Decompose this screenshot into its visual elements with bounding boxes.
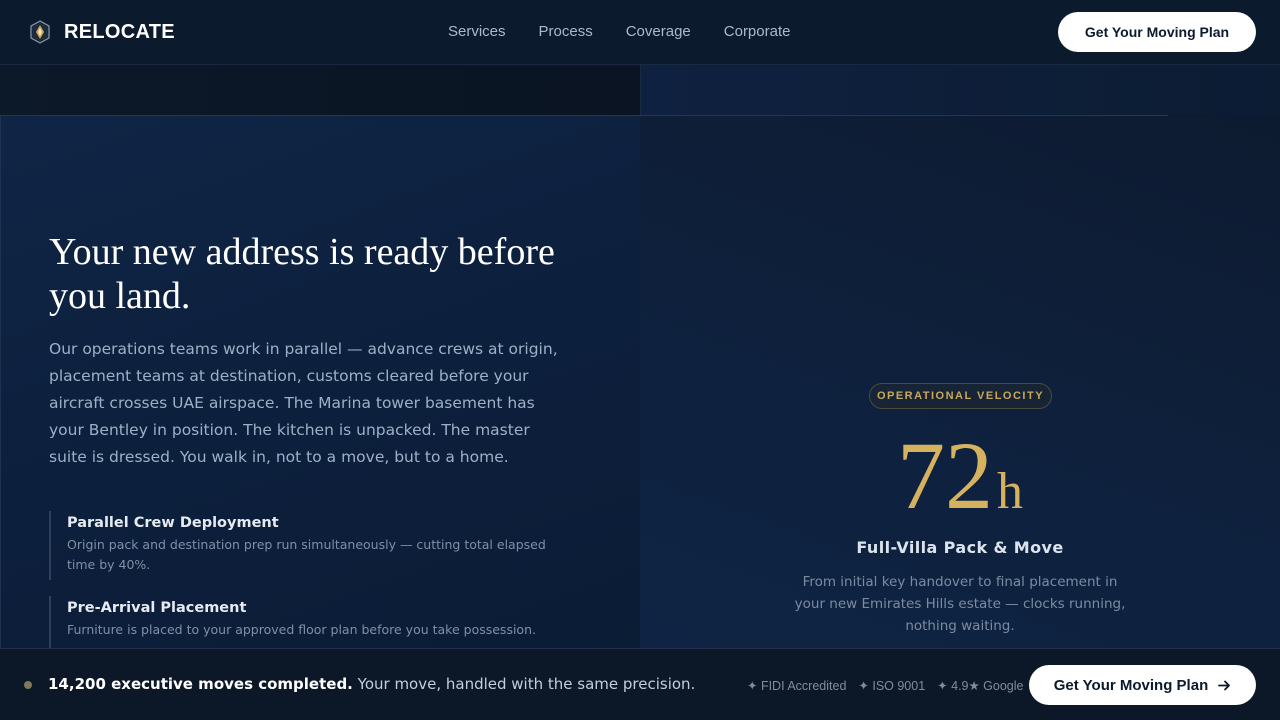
metric-title: Full-Villa Pack & Move (856, 538, 1064, 557)
hero-title: Your new address is ready before you lan… (49, 231, 555, 317)
bottom-cta-label: Get Your Moving Plan (1053, 676, 1209, 694)
top-strip-right (640, 65, 1280, 115)
header-cta-button[interactable]: Get Your Moving Plan (1058, 12, 1256, 52)
metric-unit: h (997, 463, 1023, 520)
sticky-bottom-bar: 14,200 executive moves completed. Your m… (0, 648, 1280, 720)
metric-value: 72h (640, 428, 1280, 524)
feature-description: Furniture is placed to your approved flo… (67, 622, 536, 637)
site-header: RELOCATE Services Process Coverage Corpo… (0, 0, 1280, 65)
main-nav: Services Process Coverage Corporate (448, 23, 823, 40)
status-dot-icon (24, 681, 32, 689)
feature-description: Origin pack and destination prep run sim… (67, 537, 546, 572)
nav-services[interactable]: Services (448, 23, 506, 40)
metric-panel (640, 116, 1280, 648)
nav-coverage[interactable]: Coverage (626, 23, 691, 40)
moves-count: 14,200 executive moves completed. (48, 675, 353, 693)
feature-parallel-crew: Parallel Crew Deployment Origin pack and… (49, 511, 569, 580)
hero-description: Our operations teams work in parallel — … (49, 340, 558, 466)
feature-pre-arrival: Pre-Arrival Placement Furniture is place… (49, 596, 569, 648)
top-strip-left (0, 65, 640, 115)
brand-logo[interactable]: RELOCATE (28, 20, 175, 44)
arrow-right-icon (1218, 680, 1231, 690)
brand-name: RELOCATE (64, 20, 175, 43)
brand-emblem-icon (30, 20, 50, 44)
feature-title: Pre-Arrival Placement (67, 600, 247, 616)
trust-google-rating: ✦ 4.9★ Google (937, 679, 1024, 693)
trust-fidi: ✦ FIDI Accredited (747, 679, 847, 693)
bottom-cta-button[interactable]: Get Your Moving Plan (1029, 665, 1256, 705)
metric-badge: OPERATIONAL VELOCITY (869, 383, 1052, 409)
nav-corporate[interactable]: Corporate (724, 23, 791, 40)
bottom-tagline: Your move, handled with the same precisi… (352, 675, 696, 693)
bottom-message: 14,200 executive moves completed. Your m… (48, 675, 695, 693)
trust-badges: ✦ FIDI Accredited ✦ ISO 9001 ✦ 4.9★ Goog… (747, 678, 1035, 693)
metric-number: 72 (897, 422, 993, 529)
trust-iso: ✦ ISO 9001 (858, 679, 926, 693)
feature-title: Parallel Crew Deployment (67, 515, 279, 531)
metric-description: From initial key handover to final place… (794, 574, 1126, 634)
nav-process[interactable]: Process (539, 23, 593, 40)
